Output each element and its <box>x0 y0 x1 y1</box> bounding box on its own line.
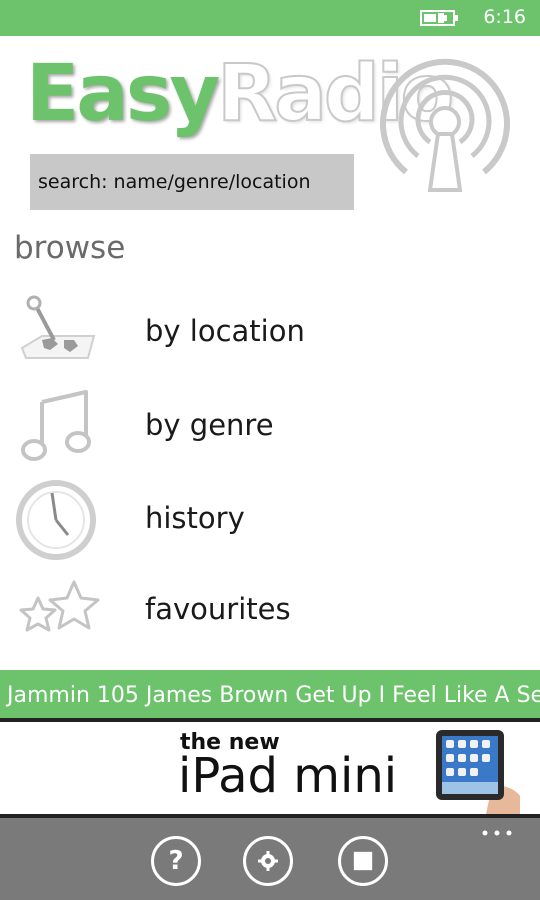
music-note-icon <box>21 390 91 461</box>
ticker-station: Jammin 105 <box>7 683 139 708</box>
stop-icon <box>353 851 373 871</box>
clock-icon <box>16 480 96 560</box>
help-icon: ? <box>168 846 184 876</box>
menu-label-favourites: favourites <box>145 592 291 626</box>
status-time: 6:16 <box>483 6 526 28</box>
browse-by-genre[interactable]: by genre <box>0 384 540 474</box>
browse-history[interactable]: history <box>0 477 540 567</box>
status-bar: 6:16 <box>0 0 540 36</box>
settings-button[interactable] <box>243 836 293 886</box>
ad-line2: iPad mini <box>178 748 398 804</box>
menu-label-history: history <box>145 501 245 535</box>
app-bar: ? <box>0 818 540 900</box>
ad-banner[interactable]: the new iPad mini <box>0 718 540 818</box>
menu-label-genre: by genre <box>145 408 274 442</box>
browse-favourites[interactable]: favourites <box>0 568 540 658</box>
radio-antenna-icon <box>380 58 510 192</box>
ticker-artist: James Brown <box>145 683 289 708</box>
search-input[interactable] <box>30 154 354 210</box>
help-button[interactable]: ? <box>151 836 201 886</box>
tablet-image <box>436 730 520 814</box>
settings-gear-icon <box>258 851 278 871</box>
ticker-song: Get Up I Feel Like A Se <box>295 683 540 708</box>
browse-heading: browse <box>14 230 126 266</box>
stop-button[interactable] <box>338 836 388 886</box>
battery-charging-icon <box>420 10 458 26</box>
ellipsis-icon[interactable] <box>480 828 514 838</box>
map-pin-icon <box>20 295 96 359</box>
browse-by-location[interactable]: by location <box>0 290 540 380</box>
now-playing-ticker[interactable]: Jammin 105 James Brown Get Up I Feel Like … <box>0 670 540 718</box>
stars-icon <box>19 580 100 632</box>
menu-label-location: by location <box>145 314 305 348</box>
logo-text-easy: Easy <box>26 49 220 139</box>
